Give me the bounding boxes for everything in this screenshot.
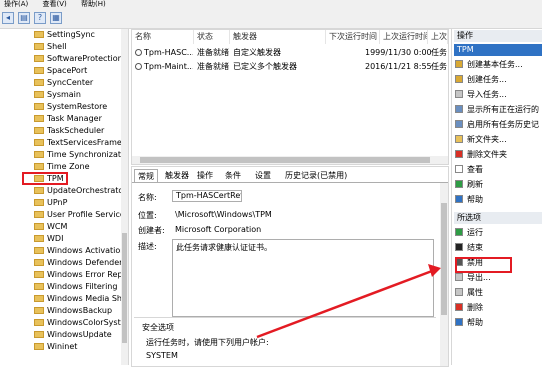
annotation-arrow bbox=[256, 264, 441, 339]
arrow-shaft bbox=[256, 269, 433, 339]
